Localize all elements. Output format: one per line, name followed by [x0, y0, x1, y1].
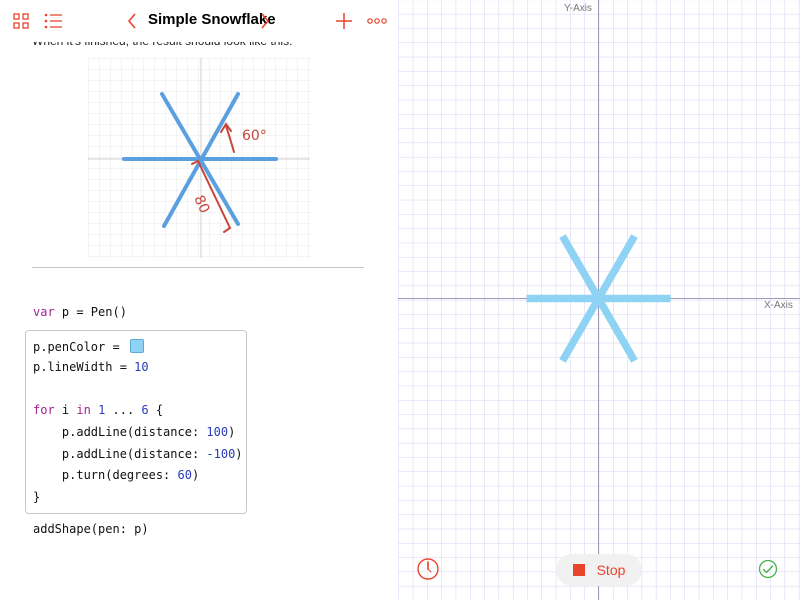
- list-icon[interactable]: [42, 10, 64, 32]
- number-literal: 6: [141, 403, 149, 417]
- playground-app: When it's finished, the result should lo…: [0, 0, 800, 600]
- keyword-in: in: [76, 403, 91, 417]
- code-text: p.addLine(distance:: [33, 425, 207, 439]
- x-axis-label: X-Axis: [764, 300, 793, 311]
- stop-button-label: Stop: [596, 562, 626, 578]
- code-line-turn[interactable]: p.turn(degrees: 60): [33, 468, 199, 482]
- code-text: p.lineWidth =: [33, 360, 135, 374]
- live-view-pane: Y-Axis X-Axis Stop: [398, 0, 800, 600]
- number-literal: 60: [177, 468, 192, 482]
- code-text: ...: [105, 403, 142, 417]
- number-literal: 100: [206, 425, 229, 439]
- code-line-add-shape[interactable]: addShape(pen: p): [33, 522, 149, 536]
- code-text: p.turn(degrees:: [33, 468, 178, 482]
- y-axis-label: Y-Axis: [564, 3, 592, 14]
- chevron-right-icon[interactable]: [254, 10, 276, 32]
- code-line-line-width[interactable]: p.lineWidth = 10: [33, 360, 149, 374]
- editor-pane: When it's finished, the result should lo…: [0, 0, 398, 600]
- code-text: ): [228, 425, 236, 439]
- code-text: {: [148, 403, 164, 417]
- speed-gauge-icon[interactable]: [416, 557, 440, 581]
- keyword-for: for: [33, 403, 55, 417]
- top-toolbar: Simple Snowflake: [0, 0, 398, 42]
- code-text: i: [54, 403, 77, 417]
- code-text: p = Pen(): [54, 305, 127, 319]
- code-text: }: [33, 490, 41, 504]
- grid-view-icon[interactable]: [10, 10, 32, 32]
- coordinate-canvas[interactable]: [398, 0, 800, 600]
- angle-annotation-label: 60°: [242, 128, 267, 144]
- code-line-for-loop[interactable]: for i in 1 ... 6 {: [33, 403, 163, 417]
- keyword-var: var: [33, 305, 55, 319]
- checkmark-icon[interactable]: [758, 559, 778, 579]
- more-icon[interactable]: [366, 10, 388, 32]
- number-literal: -100: [206, 447, 236, 461]
- code-text: ): [235, 447, 243, 461]
- section-divider: [32, 267, 364, 268]
- code-text: ): [191, 468, 200, 482]
- number-literal: 10: [134, 360, 149, 374]
- code-text: addShape(pen: p): [33, 522, 149, 536]
- code-line-add-line-positive[interactable]: p.addLine(distance: 100): [33, 425, 235, 439]
- color-literal-swatch[interactable]: [129, 339, 144, 353]
- code-line-pen-color[interactable]: p.penColor =: [33, 339, 144, 354]
- code-line-pen-declaration[interactable]: var p = Pen(): [33, 305, 127, 319]
- plus-icon[interactable]: [333, 10, 355, 32]
- code-line-close-brace[interactable]: }: [33, 490, 40, 504]
- snowflake-illustration: 60° 80: [88, 58, 310, 258]
- stop-button[interactable]: Stop: [556, 554, 642, 586]
- code-text: p.addLine(distance:: [33, 447, 207, 461]
- editable-code-block[interactable]: [25, 330, 247, 514]
- chevron-left-icon[interactable]: [121, 10, 143, 32]
- code-text: p.penColor =: [33, 340, 127, 354]
- code-line-add-line-negative[interactable]: p.addLine(distance: -100): [33, 447, 243, 461]
- stop-icon: [572, 564, 585, 576]
